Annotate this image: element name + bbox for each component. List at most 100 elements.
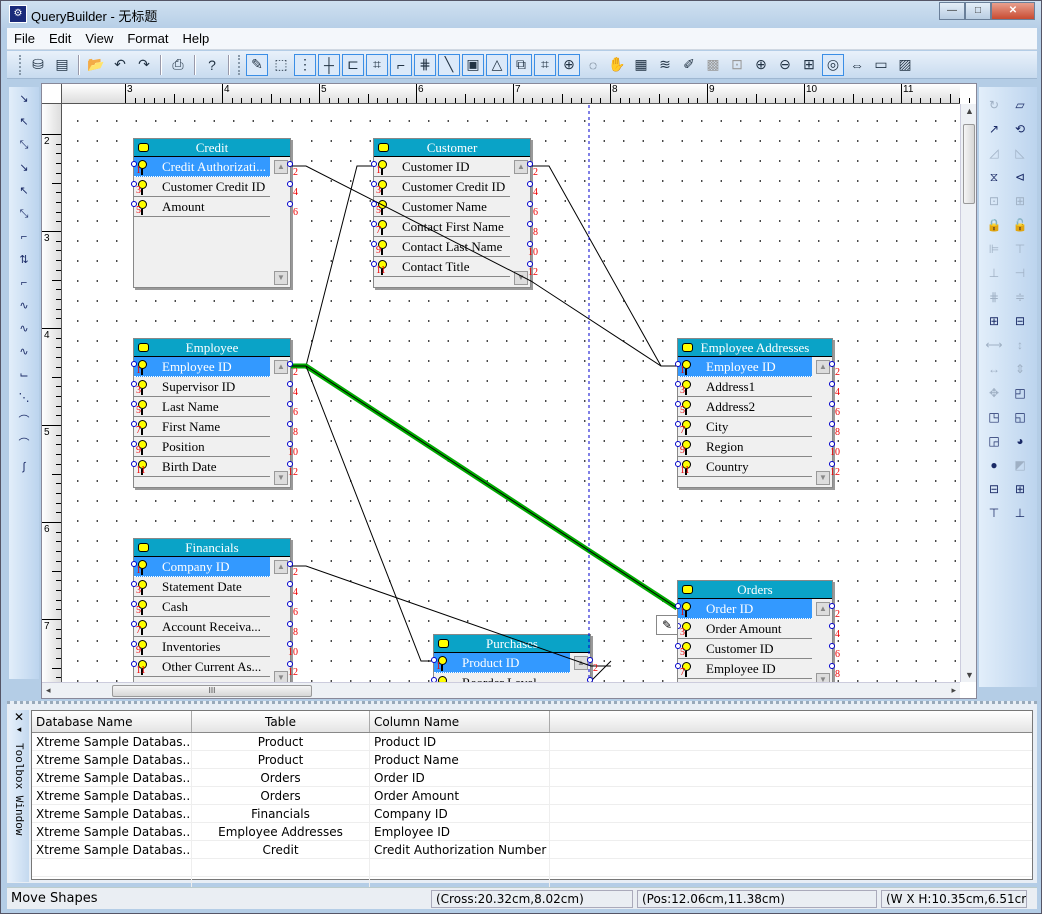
grid-row[interactable]: Xtreme Sample Databas... Product Product N… xyxy=(32,751,1032,769)
grid-row[interactable]: Xtreme Sample Databas... Financials Compan… xyxy=(32,805,1032,823)
port-left[interactable] xyxy=(371,241,377,247)
align-bottom-button[interactable]: ⊥ xyxy=(982,262,1006,284)
cell-table[interactable]: Financials xyxy=(192,805,370,822)
link-customer-employee[interactable] xyxy=(291,165,373,367)
table-field-row[interactable]: 5 Address2 xyxy=(678,397,812,417)
align-center-h-button[interactable]: ⋕ xyxy=(982,286,1006,308)
port-left[interactable] xyxy=(131,561,137,567)
table-header[interactable]: Orders xyxy=(678,581,832,599)
align-center-v-button[interactable]: ≑ xyxy=(1008,286,1032,308)
grid-row[interactable]: Xtreme Sample Databas... Employee Address… xyxy=(32,823,1032,841)
s-curve-connector-button[interactable]: ∫ xyxy=(11,456,37,478)
expand-down-button[interactable]: ⊥ xyxy=(1008,502,1032,524)
fill-color-button[interactable]: ● xyxy=(982,454,1006,476)
scroll-down-icon[interactable]: ▼ xyxy=(274,671,288,682)
table-field-row[interactable]: 7 Account Receiva... xyxy=(134,617,270,637)
connect-button[interactable]: ⊏ xyxy=(342,53,364,76)
port-left[interactable] xyxy=(131,361,137,367)
cell-database-name[interactable]: Xtreme Sample Databas... xyxy=(32,823,192,840)
flip-vertical-button[interactable]: ⊲ xyxy=(1008,166,1032,188)
table-field-row[interactable]: 7 First Name xyxy=(134,417,270,437)
diagram-canvas[interactable]: 3 4 5 6 7 8 9 10 11 234567 Credit 1 Credit Authori… xyxy=(41,83,990,708)
same-size-button[interactable]: ✥ xyxy=(982,382,1006,404)
port-left[interactable] xyxy=(131,421,137,427)
new-table-button[interactable]: ▤ xyxy=(51,54,73,76)
menu-help[interactable]: Help xyxy=(175,31,216,46)
cell-column-name[interactable]: Credit Authorization Number xyxy=(370,841,550,858)
link-customer-employee-addresses[interactable] xyxy=(531,165,662,367)
arrow-start-button[interactable]: ↖ xyxy=(11,111,37,133)
minimize-button[interactable]: — xyxy=(939,2,965,20)
menu-edit[interactable]: Edit xyxy=(42,31,78,46)
align-right-button[interactable]: ⊣ xyxy=(1008,262,1032,284)
bring-front-button[interactable]: ◰ xyxy=(1008,382,1032,404)
cell-table[interactable]: Employee Addresses xyxy=(192,823,370,840)
port-left[interactable] xyxy=(131,581,137,587)
link-employee-orders-highlight[interactable] xyxy=(291,363,679,611)
port-left[interactable] xyxy=(431,657,437,663)
table-field-row[interactable]: 3 Address1 xyxy=(678,377,812,397)
cell-column-name[interactable]: Product Name xyxy=(370,751,550,768)
port-left[interactable] xyxy=(431,677,437,682)
table-field-row[interactable]: 9 Contact Last Name xyxy=(374,237,510,257)
same-width-gap-button[interactable]: ⟷ xyxy=(982,334,1006,356)
table-field-row[interactable]: 3 Customer Credit ID xyxy=(134,177,270,197)
port-left[interactable] xyxy=(131,661,137,667)
expand-right-button[interactable]: ⊞ xyxy=(1008,478,1032,500)
spline-connector-button[interactable]: ⋱ xyxy=(11,387,37,409)
new-db-button[interactable]: ⛁ xyxy=(27,54,49,76)
select-button[interactable]: ⬚ xyxy=(270,54,292,76)
table-field-row[interactable]: 9 Inventories xyxy=(134,637,270,657)
table-customer[interactable]: Customer 1 Customer ID 2 3 Customer Credit ID… xyxy=(371,138,538,288)
table-field-row[interactable]: 1 Customer ID xyxy=(374,157,510,177)
port-left[interactable] xyxy=(131,381,137,387)
scroll-up-icon[interactable]: ▲ xyxy=(965,106,974,116)
toolbar-grip[interactable] xyxy=(19,54,22,75)
line-connector-button[interactable]: ↘ xyxy=(11,88,37,110)
port-left[interactable] xyxy=(371,261,377,267)
table-field-row[interactable]: 5 Cash xyxy=(134,597,270,617)
horizontal-scrollbar[interactable]: ◂ III ▸ xyxy=(42,682,960,698)
port-left[interactable] xyxy=(675,361,681,367)
table-purchases[interactable]: Purchases1Product ID23Reorder Level4▲ xyxy=(431,634,598,682)
expand-up-button[interactable]: ⊤ xyxy=(982,502,1006,524)
scroll-down-icon[interactable]: ▼ xyxy=(274,471,288,485)
table-header[interactable]: Financials xyxy=(134,539,290,557)
table-field-row[interactable]: 1 Employee ID xyxy=(678,357,812,377)
cell-database-name[interactable]: Xtreme Sample Databas... xyxy=(32,787,192,804)
port-left[interactable] xyxy=(371,221,377,227)
vertical-scrollbar[interactable]: ▲ ▼ xyxy=(960,104,976,682)
same-height-button[interactable]: ⇕ xyxy=(1008,358,1032,380)
help-button[interactable]: ? xyxy=(201,54,223,76)
table-field-row[interactable]: 1 Company ID xyxy=(134,557,270,577)
zoom-dynamic-button[interactable]: ◌ xyxy=(582,54,604,76)
unlock-button[interactable]: 🔓 xyxy=(1008,214,1032,236)
cell-table[interactable]: Orders xyxy=(192,769,370,786)
table-field-row[interactable]: 3 Statement Date xyxy=(134,577,270,597)
ortho-button[interactable]: ⌐ xyxy=(390,53,412,76)
grid-button[interactable]: ⋮ xyxy=(294,53,316,76)
menu-file[interactable]: File xyxy=(7,31,42,46)
port-left[interactable] xyxy=(675,421,681,427)
link-employee-purchases[interactable] xyxy=(305,365,433,662)
table-field-row[interactable]: 1 Credit Authorizati... xyxy=(134,157,270,177)
table-field-row[interactable]: 9 Position xyxy=(134,437,270,457)
header-database-name[interactable]: Database Name xyxy=(32,711,192,732)
scroll-up-icon[interactable]: ▲ xyxy=(274,160,288,174)
align-left-button[interactable]: ⊫ xyxy=(982,238,1006,260)
edit-link-icon[interactable]: ✎ xyxy=(656,615,678,635)
ungroup-button[interactable]: ⊡ xyxy=(726,54,748,76)
table-field-row[interactable]: 7 Contact First Name xyxy=(374,217,510,237)
cell-column-name[interactable]: Order ID xyxy=(370,769,550,786)
scroll-up-icon[interactable]: ▲ xyxy=(274,360,288,374)
table-field-row[interactable]: 7 City xyxy=(678,417,812,437)
header-column-name[interactable]: Column Name xyxy=(370,711,550,732)
port-left[interactable] xyxy=(675,643,681,649)
table-credit[interactable]: Credit 1 Credit Authorizati... 2 3 Customer C… xyxy=(131,138,298,288)
port-left[interactable] xyxy=(131,601,137,607)
pan-hand-button[interactable]: ✋ xyxy=(606,54,628,76)
grid-row[interactable]: Xtreme Sample Databas... Orders Order Amou… xyxy=(32,787,1032,805)
table-employee[interactable]: Employee 1 Employee ID 2 3 Supervisor ID 4 5 Las… xyxy=(131,338,298,488)
scroll-up-icon[interactable]: ▲ xyxy=(274,560,288,574)
mirror-right-button[interactable]: ◺ xyxy=(1008,142,1032,164)
